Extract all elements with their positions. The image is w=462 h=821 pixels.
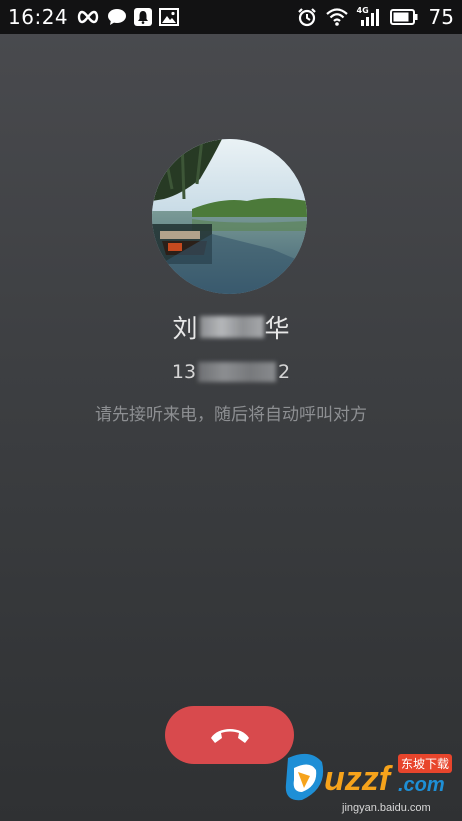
avatar-photo — [152, 139, 307, 294]
site-watermark: uzzf .com 东坡下载 jingyan.baidu.com — [280, 748, 460, 818]
caller-number-redaction — [198, 362, 277, 382]
caller-number-suffix: 2 — [278, 361, 291, 383]
chat-bubble-icon — [108, 9, 127, 25]
wifi-icon — [325, 8, 348, 26]
status-right-icons: 4G 75 — [297, 5, 454, 29]
status-time: 16:24 — [8, 5, 69, 29]
watermark-url: jingyan.baidu.com — [342, 802, 431, 814]
image-icon — [159, 8, 180, 26]
caller-name: 刘 华 — [0, 310, 462, 344]
caller-number-prefix: 13 — [171, 361, 197, 383]
notification-icon — [134, 8, 153, 26]
battery-level: 75 — [428, 5, 454, 29]
status-left-icons — [76, 8, 180, 26]
infinity-icon — [77, 10, 99, 24]
alarm-icon — [297, 8, 316, 27]
watermark-badge: 东坡下载 — [398, 754, 453, 773]
caller-name-first: 刘 — [172, 314, 198, 343]
signal-4g-icon: 4G — [356, 6, 381, 27]
status-bar: 16:24 4G 75 — [0, 0, 462, 34]
watermark-logo-suffix: .com — [398, 774, 445, 796]
network-type-label: 4G — [356, 6, 369, 15]
call-hint: 请先接听来电，随后将自动呼叫对方 — [95, 405, 367, 425]
caller-avatar — [152, 139, 307, 294]
caller-name-redaction — [199, 316, 264, 338]
hangup-button[interactable] — [165, 706, 294, 764]
battery-icon — [389, 9, 418, 25]
phone-hangup-icon — [210, 729, 249, 743]
caller-name-last: 华 — [264, 314, 290, 343]
watermark-logo-text: uzzf — [324, 760, 391, 798]
caller-number: 13 2 — [0, 358, 462, 386]
